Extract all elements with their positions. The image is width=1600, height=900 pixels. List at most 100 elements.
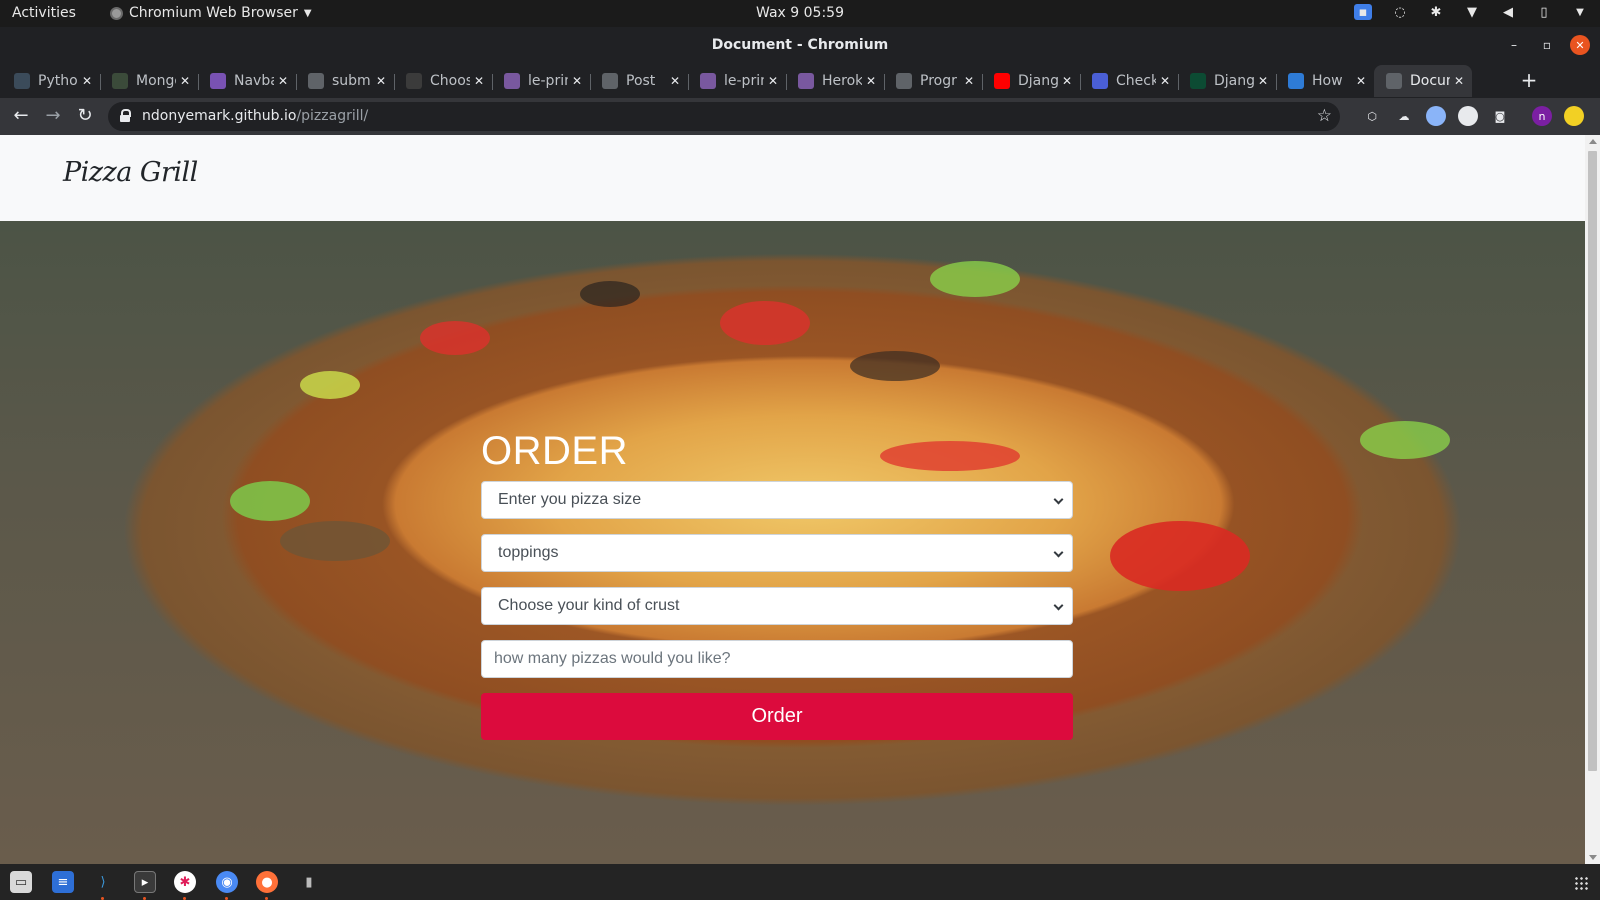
chromium-icon[interactable]: ◉ <box>216 871 238 893</box>
browser-tab[interactable]: Navbar ✕ <box>198 65 296 97</box>
site-logo[interactable]: Pizza Grill <box>63 157 198 188</box>
browser-tab[interactable]: le-print ✕ <box>492 65 590 97</box>
tab-separator <box>1178 74 1179 90</box>
tab-label: Check <box>1116 73 1156 89</box>
browser-tab[interactable]: Python ✕ <box>2 65 100 97</box>
zoom-icon[interactable]: ▪ <box>1354 4 1372 20</box>
globe-favicon <box>896 73 912 89</box>
close-tab-icon[interactable]: ✕ <box>1160 74 1172 88</box>
django-favicon <box>1190 73 1206 89</box>
trash-icon[interactable]: ▮ <box>298 871 320 893</box>
tab-label: Python <box>38 73 78 89</box>
mushroom-topping <box>280 521 390 561</box>
wifi-icon[interactable]: ▼ <box>1464 4 1480 20</box>
close-tab-icon[interactable]: ✕ <box>82 74 94 88</box>
toppings-select[interactable]: toppings <box>481 534 1073 572</box>
slack-icon[interactable]: ✱ <box>174 871 196 893</box>
pizza-size-select[interactable]: Enter you pizza size <box>481 481 1073 519</box>
close-window-icon[interactable]: ✕ <box>1570 35 1590 55</box>
browser-tab[interactable]: How ✕ <box>1276 65 1374 97</box>
close-tab-icon[interactable]: ✕ <box>964 74 976 88</box>
firefox-icon[interactable]: ● <box>256 871 278 893</box>
browser-tab[interactable]: Mongo ✕ <box>100 65 198 97</box>
reload-button[interactable]: ↻ <box>74 105 96 127</box>
close-tab-icon[interactable]: ✕ <box>866 74 878 88</box>
yellow-extension-icon[interactable] <box>1564 106 1584 126</box>
close-tab-icon[interactable]: ✕ <box>1258 74 1270 88</box>
tab-separator <box>1080 74 1081 90</box>
chevron-down-icon[interactable]: ▼ <box>1572 4 1588 20</box>
camera-extension-icon[interactable]: ◙ <box>1490 106 1510 126</box>
close-tab-icon[interactable]: ✕ <box>1062 74 1074 88</box>
system-tray[interactable]: ▪ ◌ ✱ ▼ ◀ ▯ ▼ <box>1354 4 1588 20</box>
text-editor-icon[interactable]: ≡ <box>52 871 74 893</box>
tab-separator <box>394 74 395 90</box>
page-scrollbar[interactable] <box>1585 135 1600 864</box>
browser-tab[interactable]: Django ✕ <box>982 65 1080 97</box>
cloud-extension-icon[interactable]: ☁ <box>1394 106 1414 126</box>
close-tab-icon[interactable]: ✕ <box>474 74 486 88</box>
browser-tab[interactable]: Django ✕ <box>1178 65 1276 97</box>
globe-favicon <box>308 73 324 89</box>
forward-button[interactable]: → <box>42 105 64 127</box>
browser-tab[interactable]: Check ✕ <box>1080 65 1178 97</box>
circle-extension-icon[interactable] <box>1426 106 1446 126</box>
close-tab-icon[interactable]: ✕ <box>278 74 290 88</box>
white-extension-icon[interactable] <box>1458 106 1478 126</box>
globe-favicon <box>1386 73 1402 89</box>
profile-avatar[interactable]: n <box>1532 106 1552 126</box>
scroll-down-arrow[interactable] <box>1589 855 1597 860</box>
bookmark-star-icon[interactable]: ☆ <box>1317 106 1332 126</box>
vscode-icon[interactable]: ⟩ <box>92 871 114 893</box>
browser-tab[interactable]: Heroku ✕ <box>786 65 884 97</box>
pepper-topping <box>230 481 310 521</box>
ubuntu-dock: ▭ ≡ ⟩ ▸ ✱ ◉ ● ▮ <box>0 864 1600 900</box>
close-tab-icon[interactable]: ✕ <box>180 74 192 88</box>
browser-tab[interactable]: Choose ✕ <box>394 65 492 97</box>
flag-favicon <box>1092 73 1108 89</box>
order-heading: ORDER <box>481 429 628 473</box>
order-button[interactable]: Order <box>481 693 1073 740</box>
restore-icon[interactable]: ▫ <box>1537 35 1557 55</box>
lock-icon[interactable] <box>120 109 131 122</box>
tomato-topping <box>1110 521 1250 591</box>
close-tab-icon[interactable]: ✕ <box>376 74 388 88</box>
whatsapp-icon[interactable]: ◌ <box>1392 4 1408 20</box>
show-apps-grid-icon[interactable] <box>1574 876 1588 890</box>
chevron-down-icon <box>1053 494 1064 505</box>
tab-separator <box>884 74 885 90</box>
battery-icon[interactable]: ▯ <box>1536 4 1552 20</box>
quantity-input[interactable]: how many pizzas would you like? <box>481 640 1073 678</box>
cube-extension-icon[interactable]: ⬡ <box>1362 106 1382 126</box>
toppings-select-value: toppings <box>498 544 559 561</box>
slack-icon[interactable]: ✱ <box>1428 4 1444 20</box>
back-button[interactable]: ← <box>10 105 32 127</box>
tomato-topping <box>880 441 1020 471</box>
terminal-icon[interactable]: ▸ <box>134 871 156 893</box>
tab-label: Django <box>1214 73 1254 89</box>
scrollbar-thumb[interactable] <box>1588 151 1597 771</box>
tab-label: How <box>1312 73 1343 89</box>
scroll-up-arrow[interactable] <box>1589 139 1597 144</box>
url-text[interactable]: ndonyemark.github.io/pizzagrill/ <box>142 108 368 124</box>
close-tab-icon[interactable]: ✕ <box>1454 74 1466 88</box>
browser-tab[interactable]: submit ✕ <box>296 65 394 97</box>
activities-button[interactable]: Activities <box>12 5 76 21</box>
files-icon[interactable]: ▭ <box>10 871 32 893</box>
new-tab-button[interactable]: + <box>1518 69 1540 91</box>
close-tab-icon[interactable]: ✕ <box>670 74 682 88</box>
volume-icon[interactable]: ◀ <box>1500 4 1516 20</box>
address-bar[interactable]: ndonyemark.github.io/pizzagrill/ ☆ <box>108 102 1340 131</box>
browser-tab[interactable]: Post ✕ <box>590 65 688 97</box>
app-menu[interactable]: Chromium Web Browser ▼ <box>110 5 312 21</box>
close-tab-icon[interactable]: ✕ <box>572 74 584 88</box>
close-tab-icon[interactable]: ✕ <box>768 74 780 88</box>
close-tab-icon[interactable]: ✕ <box>1356 74 1368 88</box>
bootstrap-favicon <box>210 73 226 89</box>
browser-tab[interactable]: Document ✕ <box>1374 65 1472 97</box>
browser-tab[interactable]: le-print ✕ <box>688 65 786 97</box>
minimize-icon[interactable]: – <box>1504 35 1524 55</box>
crust-select[interactable]: Choose your kind of crust <box>481 587 1073 625</box>
tab-label: Post <box>626 73 656 89</box>
browser-tab[interactable]: Progr ✕ <box>884 65 982 97</box>
